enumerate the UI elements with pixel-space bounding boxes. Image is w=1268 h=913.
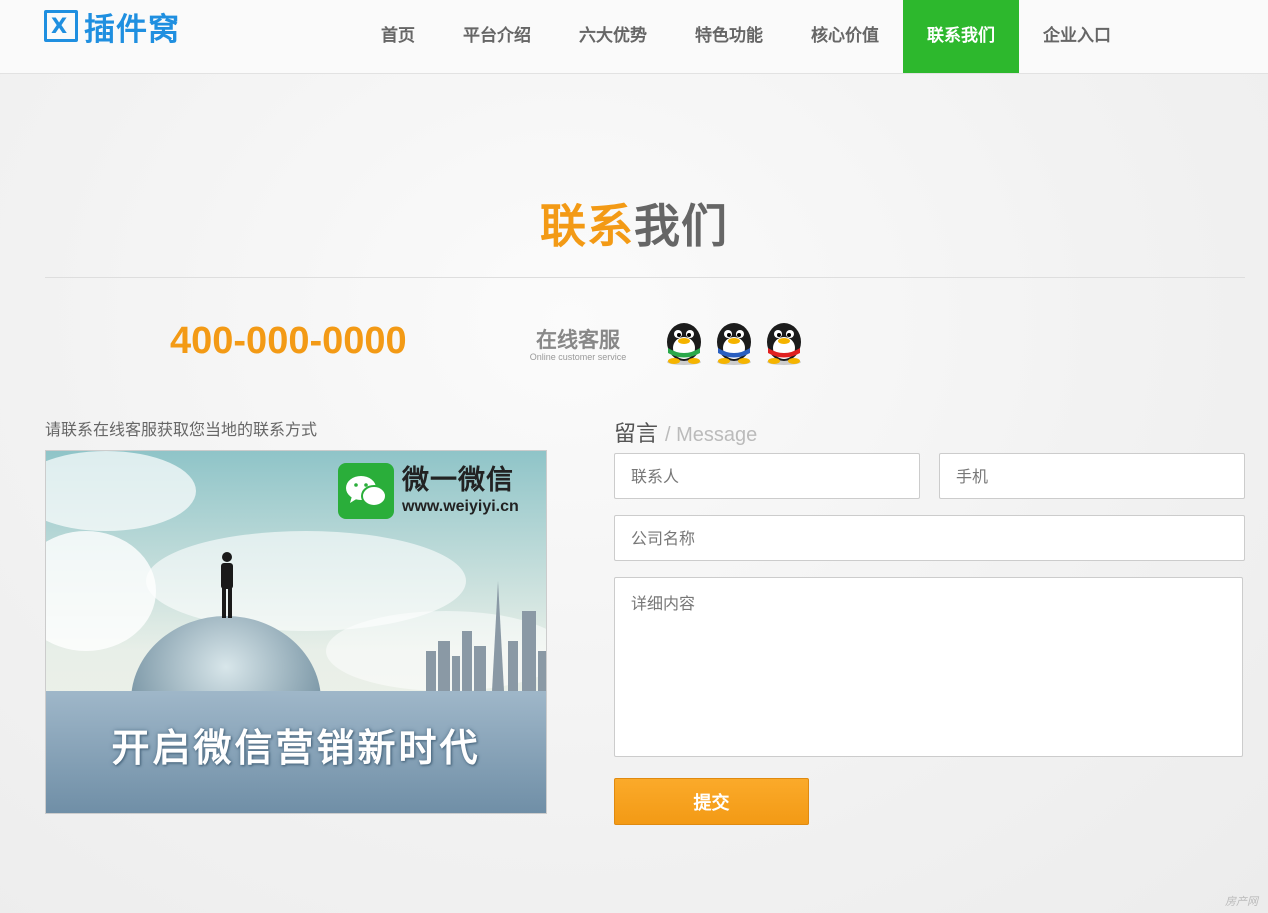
nav-item-features[interactable]: 特色功能 [671,0,787,73]
message-title-cn: 留言 [614,422,659,447]
online-service-title: 在线客服 [536,328,620,352]
contact-note: 请联系在线客服获取您当地的联系方式 [45,420,318,439]
logo-mark-icon: X [44,10,78,42]
section-divider [45,277,1245,278]
nav-item-contact[interactable]: 联系我们 [903,0,1019,73]
phone-number: 400-000-0000 [170,320,407,362]
qq-penguin-green-icon[interactable] [662,320,706,366]
nav-item-home[interactable]: 首页 [357,0,439,73]
company-name-input[interactable] [614,515,1245,561]
banner-slogan: 开启微信营销新时代 [111,726,481,770]
section-title: 联系我们 [0,190,1268,256]
weixin-brand-url: www.weiyiyi.cn [402,498,519,515]
online-service-label: 在线客服 Online customer service [522,328,634,362]
wechat-icon [338,463,394,519]
site-logo[interactable]: X 插件窝 [44,8,180,48]
nav-item-platform[interactable]: 平台介绍 [439,0,555,73]
submit-button[interactable]: 提交 [614,778,809,825]
message-form-title: 留言 / Message [614,416,757,448]
weixin-banner-image: 微一微信 www.weiyiyi.cn 开启微信营销新时代 [45,450,547,814]
qq-penguin-red-icon[interactable] [762,320,806,366]
site-header: X 插件窝 首页 平台介绍 六大优势 特色功能 核心价值 联系我们 企业入口 [0,0,1268,74]
online-service-subtitle: Online customer service [529,352,627,362]
logo-text: 插件窝 [84,11,180,48]
weixin-brand-name: 微一微信 [402,465,514,496]
qq-penguin-blue-icon[interactable] [712,320,756,366]
main-nav: 首页 平台介绍 六大优势 特色功能 核心价值 联系我们 企业入口 [357,0,1135,73]
phone-input[interactable] [939,453,1245,499]
weixin-badge: 微一微信 www.weiyiyi.cn [338,463,519,519]
contact-name-input[interactable] [614,453,920,499]
corner-watermark: 房产网 [1225,895,1258,908]
message-title-en: / Message [665,424,758,446]
section-title-highlight: 联系 [540,199,634,253]
nav-item-core-value[interactable]: 核心价值 [787,0,903,73]
section-title-rest: 我们 [634,199,728,253]
nav-item-enterprise[interactable]: 企业入口 [1019,0,1135,73]
nav-item-advantages[interactable]: 六大优势 [555,0,671,73]
detail-content-textarea[interactable] [614,577,1243,757]
